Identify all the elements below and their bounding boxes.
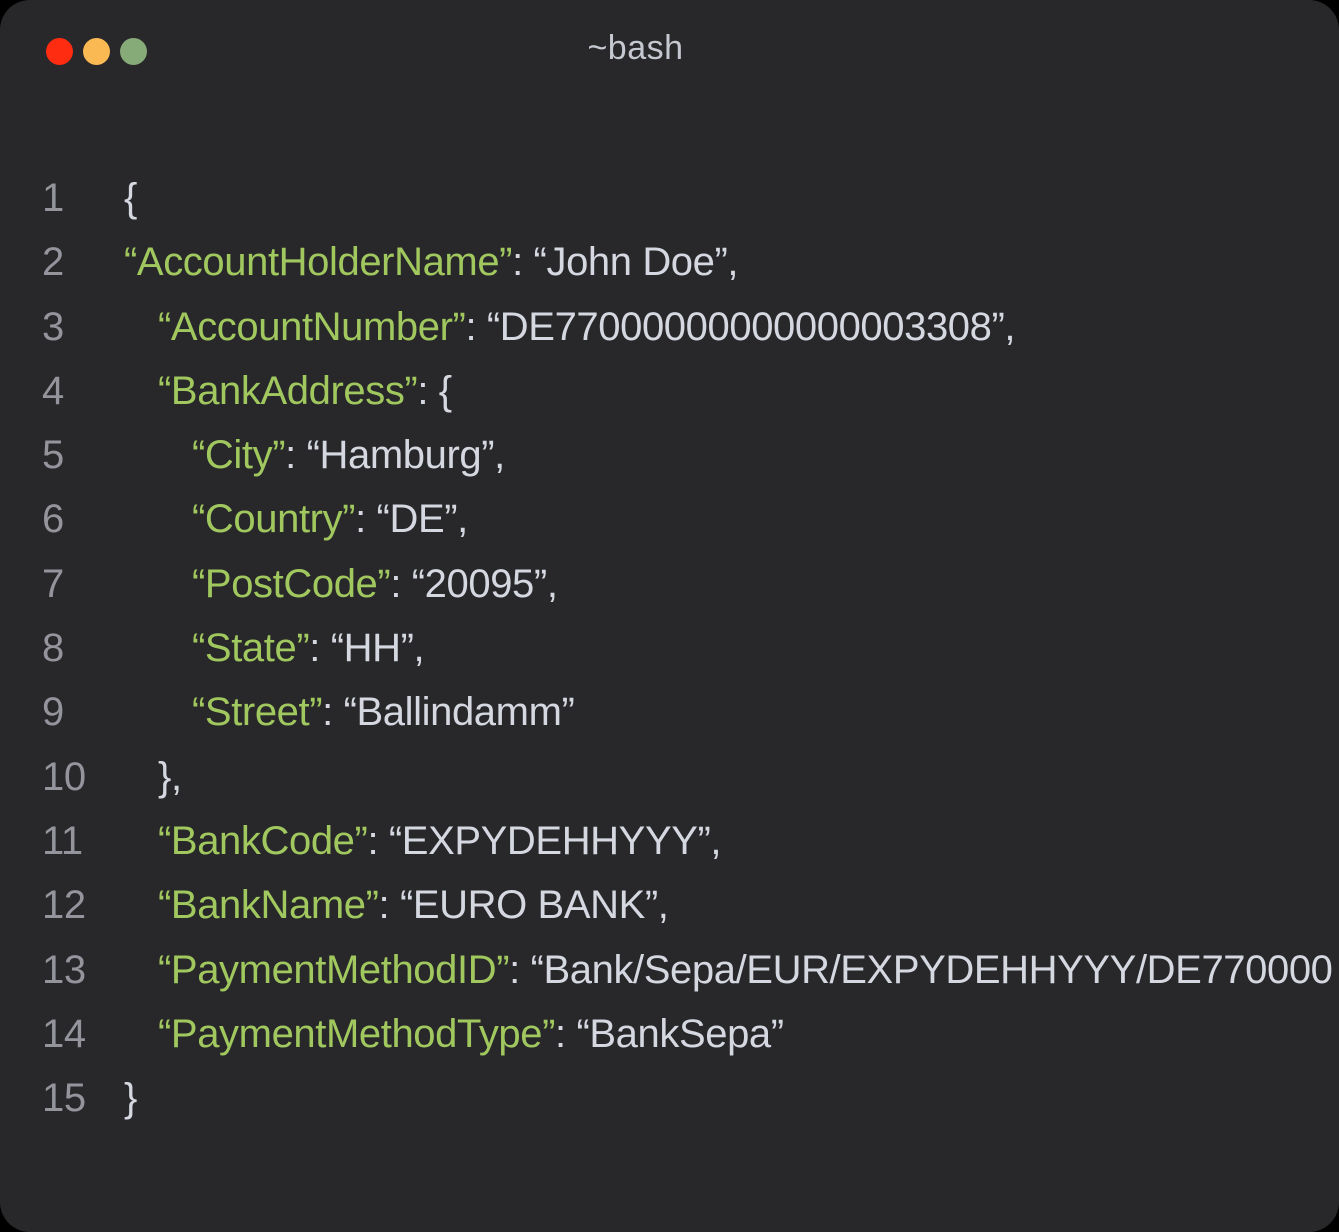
json-text: “20095”, [412, 562, 558, 606]
json-text: : [322, 690, 343, 734]
json-text: }, [158, 755, 182, 799]
line-number: 14 [42, 1002, 86, 1066]
json-key: “PaymentMethodID” [158, 948, 509, 992]
line-number: 11 [42, 809, 83, 873]
line-content: “BankAddress”: { [158, 359, 452, 423]
code-line-7: 7 “PostCode”: “20095”, [0, 552, 1339, 616]
json-text: : [390, 562, 411, 606]
json-key: “BankName” [158, 883, 379, 927]
json-text: : [512, 240, 533, 284]
line-content: { [124, 166, 137, 230]
line-number: 6 [42, 487, 64, 551]
code-line-4: 4 “BankAddress”: { [0, 359, 1339, 423]
line-content: “AccountHolderName”: “John Doe”, [124, 230, 738, 294]
code-line-12: 12 “BankName”: “EURO BANK”, [0, 873, 1339, 937]
code-line-6: 6 “Country”: “DE”, [0, 487, 1339, 551]
code-line-13: 13 “PaymentMethodID”: “Bank/Sepa/EUR/EXPY… [0, 938, 1339, 1002]
json-key: “AccountNumber” [158, 305, 465, 349]
json-text: “Hamburg”, [307, 433, 505, 477]
code-line-9: 9 “Street”: “Ballindamm” [0, 680, 1339, 744]
json-key: “City” [192, 433, 285, 477]
line-number: 4 [42, 359, 64, 423]
line-content: }, [158, 745, 182, 809]
line-number: 3 [42, 295, 64, 359]
minimize-button[interactable] [83, 38, 110, 65]
line-number: 1 [42, 166, 64, 230]
titlebar: ~bash [0, 0, 1339, 96]
line-content: “State”: “HH”, [192, 616, 424, 680]
zoom-button[interactable] [120, 38, 147, 65]
json-text: “EURO BANK”, [400, 883, 669, 927]
json-text: “John Doe”, [534, 240, 739, 284]
line-number: 9 [42, 680, 64, 744]
json-text: “DE77000000000000003308”, [487, 305, 1015, 349]
json-key: “AccountHolderName” [124, 240, 512, 284]
line-content: “Street”: “Ballindamm” [192, 680, 574, 744]
line-number: 15 [42, 1066, 86, 1130]
json-text: : { [417, 369, 451, 413]
line-content: “PaymentMethodID”: “Bank/Sepa/EUR/EXPYDE… [158, 938, 1333, 1002]
json-key: “Street” [192, 690, 322, 734]
json-key: “Country” [192, 497, 355, 541]
json-text: : [465, 305, 486, 349]
line-content: } [124, 1066, 137, 1130]
line-number: 10 [42, 745, 86, 809]
line-content: “BankCode”: “EXPYDEHHYYY”, [158, 809, 721, 873]
line-number: 12 [42, 873, 86, 937]
json-text: { [124, 176, 137, 220]
json-text: “BankSepa” [576, 1012, 783, 1056]
json-key: “PaymentMethodType” [158, 1012, 555, 1056]
json-text: : [555, 1012, 576, 1056]
line-content: “AccountNumber”: “DE77000000000000003308… [158, 295, 1015, 359]
json-text: “Ballindamm” [344, 690, 575, 734]
json-text: “EXPYDEHHYYY”, [389, 819, 721, 863]
code-line-10: 10}, [0, 745, 1339, 809]
json-text: “HH”, [331, 626, 425, 670]
line-content: “BankName”: “EURO BANK”, [158, 873, 669, 937]
json-text: : [285, 433, 306, 477]
line-number: 5 [42, 423, 64, 487]
json-text: } [124, 1076, 137, 1120]
json-text: : [509, 948, 530, 992]
json-text: : [309, 626, 330, 670]
traffic-lights [46, 38, 147, 65]
json-key: “BankAddress” [158, 369, 417, 413]
line-number: 7 [42, 552, 64, 616]
code-line-3: 3 “AccountNumber”: “DE7700000000000000330… [0, 295, 1339, 359]
close-button[interactable] [46, 38, 73, 65]
line-number: 2 [42, 230, 64, 294]
code-line-1: 1{ [0, 166, 1339, 230]
line-content: “City”: “Hamburg”, [192, 423, 505, 487]
json-text: “Bank/Sepa/EUR/EXPYDEHHYYY/DE770000 [531, 948, 1333, 992]
json-text: : [379, 883, 400, 927]
code-line-2: 2 “AccountHolderName”: “John Doe”, [0, 230, 1339, 294]
json-key: “PostCode” [192, 562, 390, 606]
code-line-11: 11 “BankCode”: “EXPYDEHHYYY”, [0, 809, 1339, 873]
line-number: 8 [42, 616, 64, 680]
code-area: 1{2“AccountHolderName”: “John Doe”,3“Acc… [0, 166, 1339, 1130]
line-content: “PostCode”: “20095”, [192, 552, 558, 616]
json-text: : [355, 497, 376, 541]
line-content: “Country”: “DE”, [192, 487, 468, 551]
code-line-14: 14 “PaymentMethodType”: “BankSepa” [0, 1002, 1339, 1066]
line-number: 13 [42, 938, 86, 1002]
code-line-8: 8 “State”: “HH”, [0, 616, 1339, 680]
window-title: ~bash [587, 0, 683, 96]
json-key: “State” [192, 626, 309, 670]
json-key: “BankCode” [158, 819, 367, 863]
json-text: : [367, 819, 388, 863]
code-line-5: 5 “City”: “Hamburg”, [0, 423, 1339, 487]
code-line-15: 15} [0, 1066, 1339, 1130]
line-content: “PaymentMethodType”: “BankSepa” [158, 1002, 784, 1066]
json-text: “DE”, [377, 497, 468, 541]
terminal-window: ~bash 1{2“AccountHolderName”: “John Doe”… [0, 0, 1339, 1232]
